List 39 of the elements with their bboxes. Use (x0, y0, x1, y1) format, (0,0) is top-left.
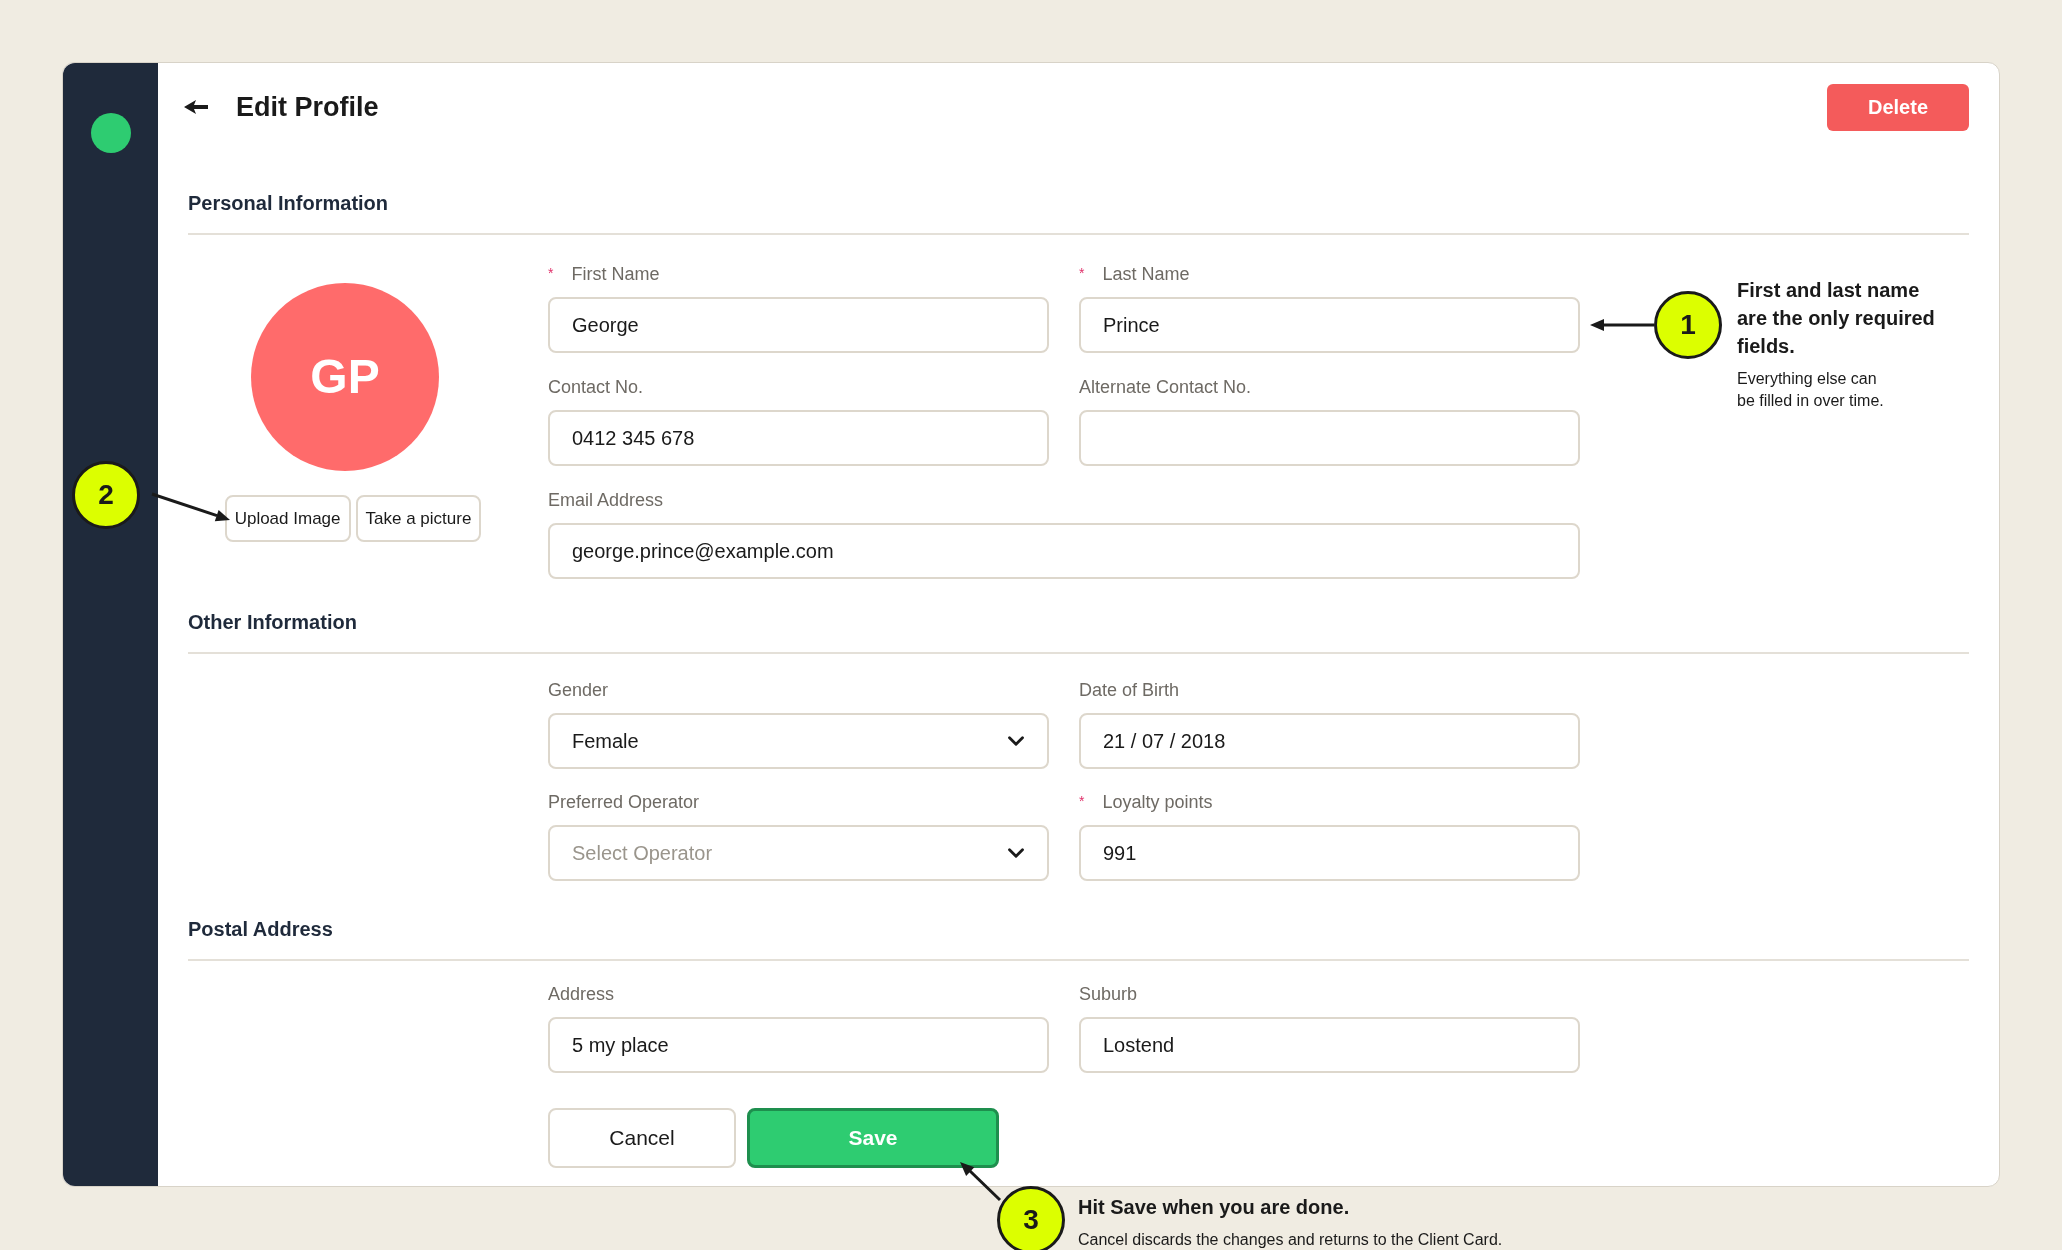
input-field[interactable]: george.prince@example.com (548, 523, 1580, 579)
input-field[interactable]: George (548, 297, 1049, 353)
input-field[interactable]: 5 my place (548, 1017, 1049, 1073)
field-label: Date of Birth (1079, 678, 1180, 702)
image-button[interactable]: Upload Image (224, 495, 351, 542)
section-title: Personal Information (188, 192, 389, 214)
required-mark: * (548, 264, 554, 283)
field-label: Gender (548, 678, 609, 702)
input-field[interactable] (1079, 410, 1580, 466)
callout-note: Cancel discards the changes and returns to the Client Card. (1078, 1230, 1503, 1250)
input-field[interactable]: 991 (1079, 825, 1580, 881)
callout-title: First and last name are the only required fields. (1737, 278, 1936, 359)
field-label: First Name (571, 262, 660, 286)
step-number: 3 (997, 1186, 1065, 1250)
field-label: Last Name (1102, 262, 1190, 286)
field-label: Address (548, 982, 615, 1006)
input-field[interactable]: 21 / 07 / 2018 (1079, 713, 1580, 769)
callout-arrow (958, 1160, 1004, 1204)
field-label: Suburb (1079, 982, 1138, 1006)
field-label: Email Address (548, 488, 664, 512)
input-field[interactable]: 0412 345 678 (548, 410, 1049, 466)
callout-note: Everything else can be filled in over time. (1737, 369, 1885, 411)
avatar: GP (251, 283, 439, 471)
image-button[interactable]: Take a picture (355, 495, 482, 542)
required-mark: * (1079, 792, 1085, 811)
select-field[interactable]: Female (548, 713, 1049, 769)
section-title: Postal Address (188, 918, 333, 940)
callout-title: Hit Save when you are done. (1078, 1195, 1351, 1220)
input-field[interactable]: Lostend (1079, 1017, 1580, 1073)
required-mark: * (1079, 264, 1085, 283)
back-arrow-icon[interactable] (184, 99, 208, 115)
field-label: Alternate Contact No. (1079, 375, 1252, 399)
cancel-button[interactable]: Cancel (548, 1108, 736, 1168)
input-field[interactable]: Prince (1079, 297, 1580, 353)
field-label: Loyalty points (1102, 790, 1213, 814)
section-title: Other Information (188, 611, 357, 633)
page-title: Edit Profile (236, 90, 379, 124)
field-label: Preferred Operator (548, 790, 700, 814)
field-label: Contact No. (548, 375, 644, 399)
